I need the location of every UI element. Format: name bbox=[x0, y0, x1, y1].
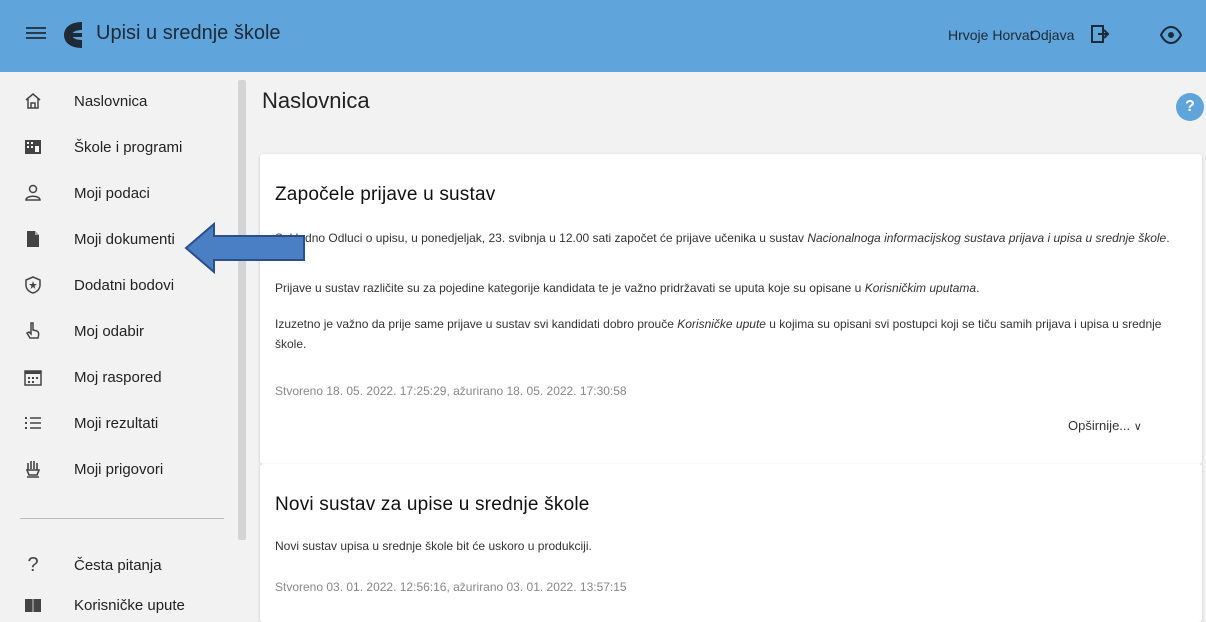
logout-icon[interactable] bbox=[1090, 24, 1110, 44]
news-card-timestamp: Stvoreno 18. 05. 2022. 17:25:29, ažurira… bbox=[275, 384, 627, 398]
sidebar-item-label: Dodatni bodovi bbox=[74, 276, 175, 294]
sidebar-item-moj-raspored[interactable]: Moj raspored bbox=[0, 354, 238, 400]
sidebar-item-naslovnica[interactable]: Naslovnica bbox=[0, 78, 238, 124]
book-icon bbox=[25, 599, 41, 612]
news-card-paragraph: Sukladno Odluci o upisu, u ponedjeljak, … bbox=[275, 231, 1170, 245]
sidebar: Naslovnica Škole i programi Moji podaci … bbox=[0, 72, 246, 622]
annotation-arrow-icon bbox=[184, 222, 305, 274]
news-card: Novi sustav za upise u srednje škole Nov… bbox=[260, 464, 1202, 622]
sidebar-item-moj-odabir[interactable]: Moj odabir bbox=[0, 308, 238, 354]
main-content: Naslovnica ? Započele prijave u sustav S… bbox=[246, 72, 1206, 622]
sidebar-item-moji-rezultati[interactable]: Moji rezultati bbox=[0, 400, 238, 446]
home-icon bbox=[25, 93, 41, 109]
sidebar-item-label: Moj odabir bbox=[74, 322, 145, 340]
hand-pointer-icon bbox=[25, 322, 40, 339]
app-title: Upisi u srednje škole bbox=[96, 22, 281, 44]
document-icon bbox=[27, 231, 39, 247]
sidebar-item-korisnicke-upute[interactable]: Korisničke upute bbox=[0, 582, 238, 622]
person-icon bbox=[25, 184, 41, 201]
read-more-button[interactable]: Opširnije... ∨ bbox=[1068, 418, 1142, 433]
top-app-bar: Upisi u srednje škole Hrvoje Horvat Odja… bbox=[0, 0, 1206, 72]
user-name: Hrvoje Horvat bbox=[948, 27, 1034, 43]
read-more-label: Opširnije... bbox=[1068, 418, 1131, 433]
sidebar-item-label: Moji podaci bbox=[74, 184, 150, 202]
news-card-paragraph: Izuzetno je važno da prije same prijave … bbox=[275, 317, 1162, 351]
news-card-paragraph: Novi sustav upisa u srednje škole bit će… bbox=[275, 539, 592, 553]
eye-icon[interactable] bbox=[1160, 26, 1182, 44]
news-card-timestamp: Stvoreno 03. 01. 2022. 12:56:16, ažurira… bbox=[275, 580, 627, 594]
sidebar-scrollbar[interactable] bbox=[238, 80, 246, 540]
raised-hand-icon bbox=[25, 461, 41, 478]
help-button[interactable]: ? bbox=[1176, 93, 1204, 121]
news-card: Započele prijave u sustav Sukladno Odluc… bbox=[260, 154, 1202, 464]
sidebar-item-label: Česta pitanja bbox=[74, 556, 162, 574]
menu-icon[interactable] bbox=[26, 24, 46, 44]
page-title: Naslovnica bbox=[262, 88, 370, 113]
sidebar-item-label: Moj raspored bbox=[74, 368, 162, 386]
sidebar-item-moji-podaci[interactable]: Moji podaci bbox=[0, 170, 238, 216]
sidebar-item-skole-i-programi[interactable]: Škole i programi bbox=[0, 124, 238, 170]
star-shield-icon bbox=[25, 276, 41, 294]
chevron-down-icon: ∨ bbox=[1133, 421, 1142, 433]
sidebar-item-moji-prigovori[interactable]: Moji prigovori bbox=[0, 446, 238, 492]
list-icon bbox=[25, 417, 41, 429]
news-card-title: Započele prijave u sustav bbox=[275, 184, 496, 205]
sidebar-item-label: Naslovnica bbox=[74, 92, 148, 110]
sidebar-divider bbox=[20, 518, 224, 519]
building-icon bbox=[25, 140, 41, 154]
sidebar-item-label: Korisničke upute bbox=[74, 596, 185, 614]
sidebar-item-label: Moji dokumenti bbox=[74, 230, 175, 248]
logout-link[interactable]: Odjava bbox=[1030, 27, 1074, 43]
logo-icon bbox=[64, 22, 82, 48]
sidebar-item-label: Moji rezultati bbox=[74, 414, 159, 432]
sidebar-item-label: Škole i programi bbox=[74, 138, 183, 156]
calendar-icon bbox=[24, 370, 42, 386]
news-card-title: Novi sustav za upise u srednje škole bbox=[275, 494, 590, 515]
news-card-paragraph: Prijave u sustav različite su za pojedin… bbox=[275, 281, 980, 295]
sidebar-item-label: Moji prigovori bbox=[74, 460, 164, 478]
question-icon: ? bbox=[27, 553, 39, 576]
